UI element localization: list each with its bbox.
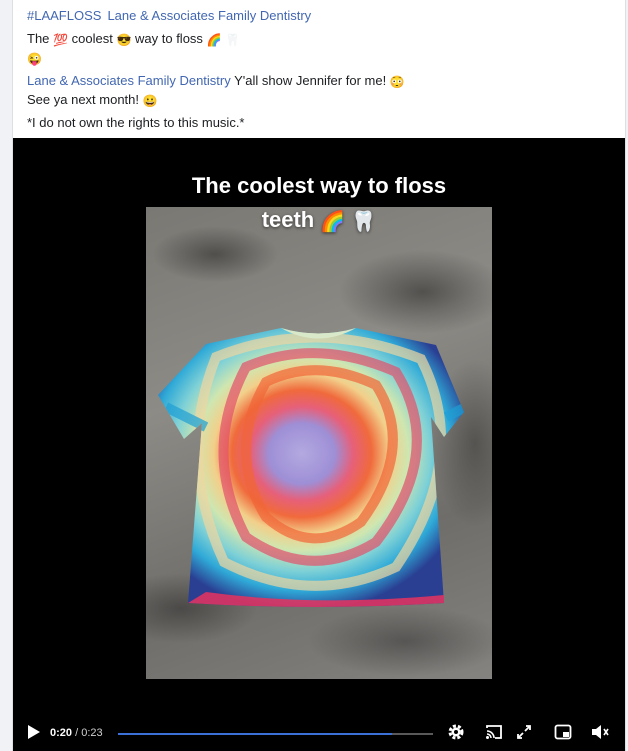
- video-frame: [146, 207, 492, 679]
- gear-icon[interactable]: [447, 723, 465, 741]
- video-player[interactable]: The coolest way to floss teeth 🌈 🦷 0:20 …: [13, 138, 625, 751]
- time-total: 0:23: [81, 727, 103, 739]
- time-display: 0:20 / 0:23: [50, 727, 103, 739]
- comment-line-2: See ya next month! 😀: [27, 90, 611, 109]
- video-caption-line1: The coolest way to floss: [191, 173, 447, 198]
- post-header-line: #LAAFLOSS Lane & Associates Family Dentis…: [27, 6, 611, 25]
- time-separator: /: [72, 727, 82, 739]
- post-card: #LAAFLOSS Lane & Associates Family Dentis…: [12, 0, 626, 751]
- comment-text-2: See ya next month!: [27, 92, 140, 107]
- wink-icon: 😜: [27, 52, 42, 66]
- progress-bar[interactable]: [118, 733, 433, 735]
- tooth-icon: 🦷: [225, 33, 241, 47]
- comment-line: Lane & Associates Family Dentistry Y'all…: [27, 71, 611, 90]
- expand-icon[interactable]: [516, 724, 532, 740]
- speaker-muted-icon[interactable]: [590, 723, 610, 741]
- disclaimer-text: *I do not own the rights to this music.*: [27, 115, 245, 130]
- caption-tooth-icon: 🦷: [351, 211, 377, 233]
- progress-fill: [118, 733, 393, 735]
- hundred-icon: 💯: [53, 33, 68, 47]
- grin-icon: 😀: [142, 94, 158, 108]
- post-text-pre: The: [27, 31, 50, 46]
- cast-icon[interactable]: [485, 724, 503, 740]
- hashtag-link[interactable]: #LAAFLOSS: [27, 8, 101, 23]
- sunglasses-icon: 😎: [116, 33, 132, 47]
- play-icon[interactable]: [27, 724, 41, 740]
- flushed-icon: 😳: [389, 75, 405, 89]
- post-text-line: The 💯 coolest 😎 way to floss 🌈 🦷: [27, 29, 611, 48]
- video-controls: 0:20 / 0:23: [13, 715, 625, 751]
- rainbow-icon: 🌈: [206, 33, 222, 47]
- video-caption-line2: teeth 🌈 🦷: [13, 207, 625, 233]
- post-emoji-line: 😜: [27, 48, 611, 67]
- comment-author-link[interactable]: Lane & Associates Family Dentistry: [27, 73, 231, 88]
- video-caption-teeth: teeth: [261, 207, 315, 232]
- time-current: 0:20: [50, 727, 73, 739]
- comment-text: Y'all show Jennifer for me!: [234, 73, 387, 88]
- caption-rainbow-icon: 🌈: [320, 211, 346, 233]
- page-name-link[interactable]: Lane & Associates Family Dentistry: [107, 8, 311, 23]
- post-text-post: way to floss: [135, 31, 203, 46]
- post-text-mid: coolest: [71, 31, 113, 46]
- tie-dye-shirt-image: [158, 328, 464, 607]
- post-body: #LAAFLOSS Lane & Associates Family Dentis…: [13, 0, 625, 132]
- disclaimer-line: *I do not own the rights to this music.*: [27, 113, 611, 132]
- picture-in-picture-icon[interactable]: [554, 724, 572, 740]
